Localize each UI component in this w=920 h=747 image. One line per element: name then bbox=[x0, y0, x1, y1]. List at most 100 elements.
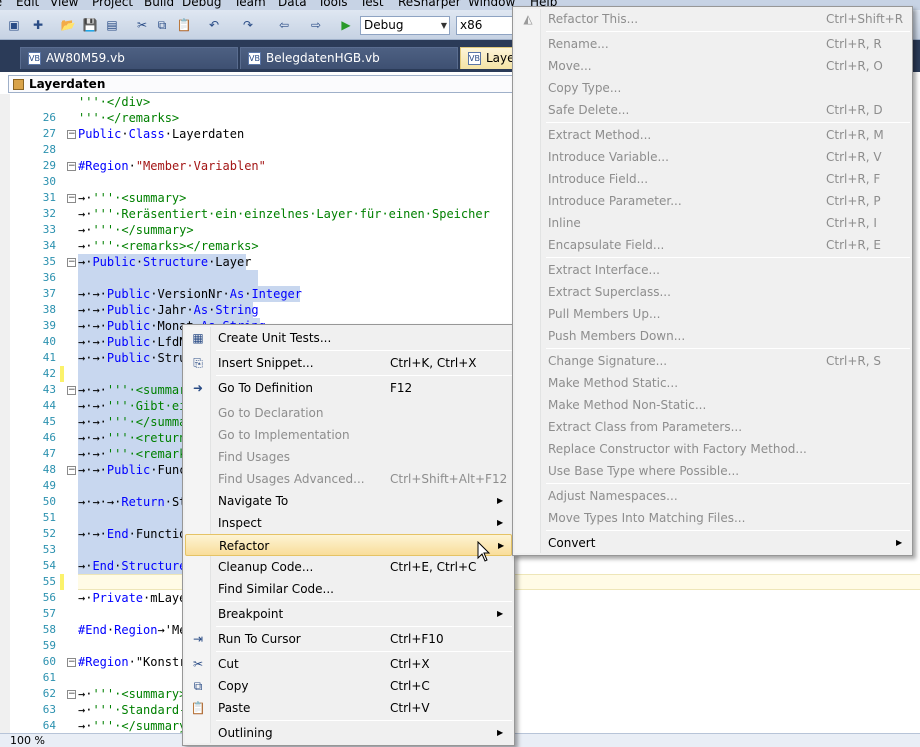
menu-debug[interactable]: Debug bbox=[182, 0, 221, 9]
menu-item-find-similar-code[interactable]: Find Similar Code... bbox=[185, 578, 512, 600]
navigate-backward-icon[interactable]: ⇦ bbox=[276, 17, 292, 33]
code-line[interactable]: →·→·'''·Gibt·ei bbox=[78, 398, 186, 414]
save-icon[interactable]: 💾 bbox=[82, 17, 98, 33]
code-line[interactable]: →·'''·</summary bbox=[78, 718, 186, 734]
menu-item-copy[interactable]: ⧉ Copy Ctrl+C bbox=[185, 675, 512, 697]
code-line[interactable]: →·→·Public·Func bbox=[78, 462, 186, 478]
code-line[interactable]: →·End·Structure bbox=[78, 558, 186, 574]
refactor-item-push-members-down: Push Members Down... bbox=[515, 325, 910, 347]
menu-edit[interactable]: Edit bbox=[16, 0, 39, 9]
zoom-level[interactable]: 100 % bbox=[10, 734, 45, 747]
cut-icon[interactable]: ✂ bbox=[134, 17, 150, 33]
tab-layerdaten[interactable]: VB Laye bbox=[460, 47, 520, 69]
code-line[interactable]: →·→·Public·Stru bbox=[78, 350, 186, 366]
code-line[interactable]: →·→·Public·VersionNr·As·Integer bbox=[78, 286, 302, 302]
menu-item-outlining[interactable]: Outlining ▶ bbox=[185, 722, 512, 744]
menu-resharper[interactable]: ReSharper bbox=[398, 0, 461, 9]
menu-item-shortcut: Ctrl+R, F bbox=[826, 172, 881, 186]
code-line[interactable]: →·→·'''·</summa bbox=[78, 414, 186, 430]
menu-window[interactable]: Window bbox=[468, 0, 515, 9]
code-line[interactable]: →·→·Public·LfdN bbox=[78, 334, 186, 350]
code-line[interactable]: →·→·→·Return·St bbox=[78, 494, 186, 510]
solution-platform-select[interactable]: x86 bbox=[456, 16, 516, 35]
menu-item-label: Go to Implementation bbox=[218, 428, 350, 442]
menu-build[interactable]: Build bbox=[144, 0, 174, 9]
menu-item-cleanup-code[interactable]: Cleanup Code... Ctrl+E, Ctrl+C bbox=[185, 556, 512, 578]
open-folder-icon[interactable]: 📂 bbox=[60, 17, 76, 33]
code-line[interactable]: →·Private·mLaye bbox=[78, 590, 186, 606]
menu-view[interactable]: View bbox=[50, 0, 78, 9]
collapse-region-icon[interactable]: − bbox=[67, 690, 76, 699]
line-numbers: 26 27 28 29 30 31 32 33 34 35 36 37 38 39 40 41 42 43 44 45… bbox=[10, 94, 62, 734]
menu-item-insert-snippet[interactable]: ⎘ Insert Snippet... Ctrl+K, Ctrl+X bbox=[185, 352, 512, 374]
code-line[interactable]: →·→·'''·<remark bbox=[78, 446, 186, 462]
menu-item-inspect[interactable]: Inspect ▶ bbox=[185, 512, 512, 534]
menu-tools[interactable]: Tools bbox=[318, 0, 348, 9]
menu-item-run-to-cursor[interactable]: ⇥ Run To Cursor Ctrl+F10 bbox=[185, 628, 512, 650]
code-line[interactable]: #Region·"Konstr bbox=[78, 654, 186, 670]
collapse-region-icon[interactable]: − bbox=[67, 130, 76, 139]
menu-item-label: Convert bbox=[548, 536, 596, 550]
navigate-forward-icon[interactable]: ⇨ bbox=[308, 17, 324, 33]
menu-item-cut[interactable]: ✂ Cut Ctrl+X bbox=[185, 653, 512, 675]
menu-item-go-to-definition[interactable]: ➜ Go To Definition F12 bbox=[185, 377, 512, 399]
refactor-item-change-signature: Change Signature... Ctrl+R, S bbox=[515, 350, 910, 372]
collapse-region-icon[interactable]: − bbox=[67, 258, 76, 267]
code-line[interactable]: #Region·"Member·Variablen" bbox=[78, 158, 266, 174]
collapse-region-icon[interactable]: − bbox=[67, 466, 76, 475]
menu-item-label: Change Signature... bbox=[548, 354, 668, 368]
paste-icon[interactable]: 📋 bbox=[176, 17, 192, 33]
tab-belegdatenhgb[interactable]: VB BelegdatenHGB.vb bbox=[240, 47, 458, 69]
redo-icon[interactable]: ↷ bbox=[240, 17, 256, 33]
save-all-icon[interactable]: ▤ bbox=[104, 17, 120, 33]
submenu-arrow-icon: ▶ bbox=[896, 538, 903, 547]
menu-item-navigate-to[interactable]: Navigate To ▶ bbox=[185, 490, 512, 512]
code-line[interactable]: →·Public·Structure·Layer bbox=[78, 254, 251, 270]
menu-item-label: Outlining bbox=[218, 726, 273, 740]
menu-item-label: Rename... bbox=[548, 37, 609, 51]
menu-item-shortcut: Ctrl+R, D bbox=[826, 103, 883, 117]
undo-icon[interactable]: ↶ bbox=[206, 17, 222, 33]
start-debugging-icon[interactable]: ▶ bbox=[338, 17, 354, 33]
code-line[interactable]: →·→·End·Functio bbox=[78, 526, 186, 542]
collapse-region-icon[interactable]: − bbox=[67, 162, 76, 171]
line-number: 28 bbox=[42, 143, 56, 156]
menu-item-paste[interactable]: 📋 Paste Ctrl+V bbox=[185, 697, 512, 719]
code-line[interactable]: →·→·'''·<return bbox=[78, 430, 186, 446]
new-item-icon[interactable]: ✚ bbox=[30, 17, 46, 33]
collapse-region-icon[interactable]: − bbox=[67, 658, 76, 667]
menu-item-create-unit-tests[interactable]: ▦ Create Unit Tests... bbox=[185, 327, 512, 349]
menu-data[interactable]: Data bbox=[278, 0, 307, 9]
code-line[interactable]: '''·</remarks> bbox=[78, 110, 179, 126]
menu-item-breakpoint[interactable]: Breakpoint ▶ bbox=[185, 603, 512, 625]
code-line[interactable]: →·→·'''·<summar bbox=[78, 382, 186, 398]
collapse-region-icon[interactable]: − bbox=[67, 194, 76, 203]
code-line[interactable]: #End·Region→'Me bbox=[78, 622, 186, 638]
code-line[interactable]: →·'''·<summary> bbox=[78, 190, 186, 206]
type-navigation-bar[interactable]: Layerdaten bbox=[8, 75, 518, 93]
menu-project[interactable]: Project bbox=[92, 0, 133, 9]
code-line[interactable]: →·'''·Reräsentiert·ein·einzelnes·Layer·f… bbox=[78, 206, 490, 222]
collapse-region-icon[interactable]: − bbox=[67, 386, 76, 395]
code-line[interactable]: Public·Class·Layerdaten bbox=[78, 126, 244, 142]
code-line[interactable]: '''·</div> bbox=[78, 94, 150, 110]
code-line[interactable]: →·→·Public·Jahr·As·String bbox=[78, 302, 259, 318]
tab-aw80m59[interactable]: VB AW80M59.vb bbox=[20, 47, 238, 69]
code-line[interactable]: →·'''·</summary> bbox=[78, 222, 194, 238]
menu-item-label: Extract Superclass... bbox=[548, 285, 671, 299]
menu-file[interactable]: File bbox=[0, 0, 2, 9]
mouse-cursor-icon bbox=[477, 541, 491, 562]
menu-item-shortcut: Ctrl+R, I bbox=[826, 216, 877, 230]
menu-item-refactor[interactable]: Refactor ▶ bbox=[185, 534, 512, 556]
editor-context-menu: ▦ Create Unit Tests... ⎘ Insert Snippet... C… bbox=[182, 324, 515, 746]
add-item-icon[interactable]: ▣ bbox=[6, 17, 22, 33]
menu-test[interactable]: Test bbox=[360, 0, 384, 9]
solution-configuration-select[interactable]: Debug ▼ bbox=[360, 16, 450, 35]
code-line[interactable]: →·'''·Standard- bbox=[78, 702, 186, 718]
code-line[interactable]: →·'''·<summary> bbox=[78, 686, 186, 702]
code-line[interactable]: →·'''·<remarks></remarks> bbox=[78, 238, 259, 254]
menu-separator bbox=[216, 651, 512, 652]
refactor-item-convert[interactable]: Convert ▶ bbox=[515, 532, 910, 554]
copy-icon[interactable]: ⧉ bbox=[154, 17, 170, 33]
menu-team[interactable]: Team bbox=[234, 0, 266, 9]
